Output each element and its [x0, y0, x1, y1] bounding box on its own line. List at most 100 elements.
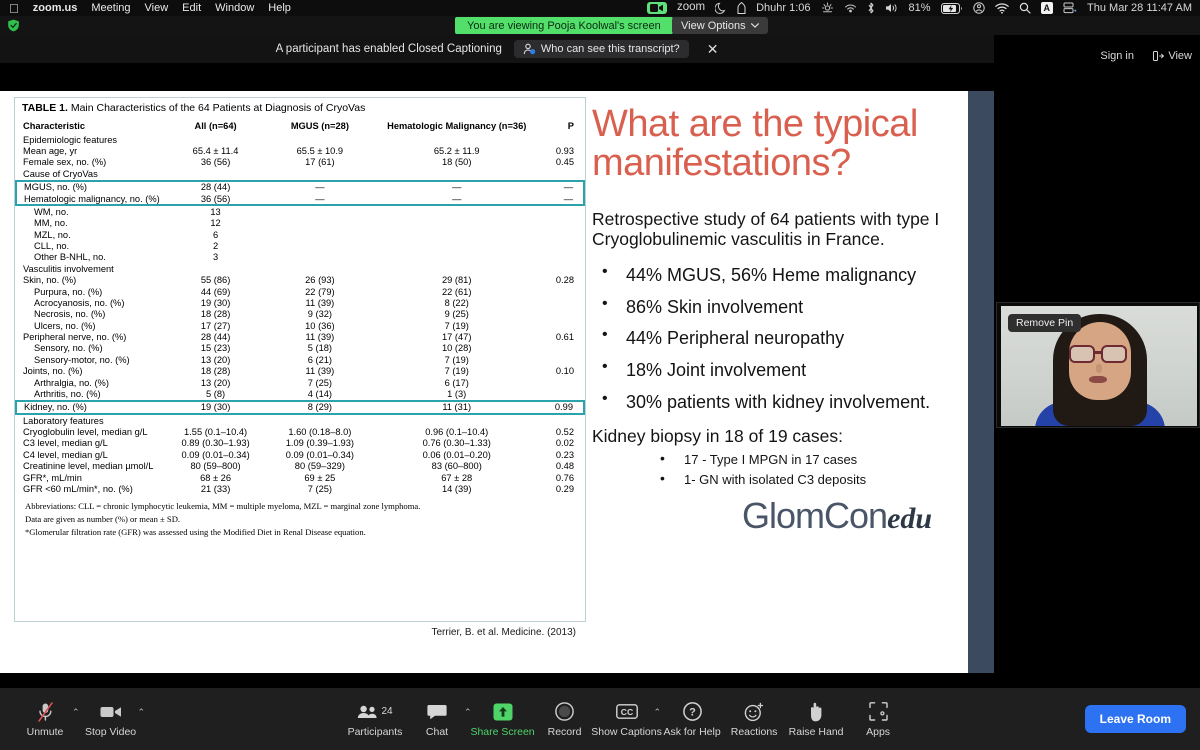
cell-p	[541, 377, 584, 388]
menu-window[interactable]: Window	[215, 2, 254, 14]
menu-bar-clock[interactable]: Thu Mar 28 11:47 AM	[1087, 2, 1192, 14]
weather-icon[interactable]	[821, 2, 834, 14]
cell-all	[164, 263, 268, 274]
chevron-up-icon[interactable]: ⌃	[72, 707, 80, 718]
cell-p	[541, 286, 584, 297]
view-layout-button[interactable]: View	[1153, 50, 1192, 62]
toolbar-record-button[interactable]: Record	[534, 701, 596, 738]
battery-icon[interactable]	[940, 2, 963, 14]
cell-mgus: 6 (21)	[307, 354, 333, 365]
cell-hematologic: —	[372, 192, 542, 207]
toolbar-stop-video-button[interactable]: Stop Video	[80, 701, 142, 738]
who-can-see-transcript-label: Who can see this transcript?	[540, 43, 680, 55]
cell-mgus: 22 (79)	[305, 286, 335, 297]
cell-p: 0.10	[555, 366, 574, 377]
crescent-icon[interactable]	[715, 2, 727, 14]
cell-all: 21 (33)	[200, 483, 231, 494]
apple-icon[interactable]: 	[9, 2, 19, 15]
cell-all: 3	[212, 252, 219, 263]
chevron-up-icon[interactable]: ⌃	[654, 707, 662, 718]
cell-p	[541, 240, 584, 251]
menu-help[interactable]: Help	[268, 2, 291, 14]
cell-p	[541, 168, 584, 180]
kidney-biopsy-sub-item: 1- GN with isolated C3 deposits	[654, 468, 962, 490]
cell-all: 28 (44)	[200, 332, 231, 343]
svg-text:CC: CC	[620, 707, 632, 717]
slide-bullet-list: 44% MGUS, 56% Heme malignancy 86% Skin in…	[592, 263, 962, 412]
toolbar-apps-button[interactable]: Apps	[847, 701, 909, 738]
menu-edit[interactable]: Edit	[182, 2, 201, 14]
spotlight-search-icon[interactable]	[1019, 2, 1031, 14]
cell-p	[541, 205, 584, 217]
video-camera-icon	[100, 701, 122, 723]
bluetooth-icon[interactable]	[867, 2, 875, 14]
menu-view[interactable]: View	[145, 2, 169, 14]
volume-icon[interactable]	[885, 2, 899, 14]
cell-all: 0.09 (0.01–0.34)	[181, 449, 250, 460]
toolbar-item-label: Share Screen	[470, 725, 535, 738]
toolbar-share-screen-button[interactable]: Share Screen	[470, 701, 535, 738]
view-layout-icon	[1153, 51, 1165, 61]
cell-all: 44 (69)	[200, 286, 231, 297]
slide-title: What are the typical manifestations?	[592, 103, 918, 184]
cell-all: 0.89 (0.30–1.93)	[181, 438, 250, 449]
table-row: Kidney, no. (%) 19 (30) 8 (29) 11 (31) 0.99	[15, 399, 585, 416]
table-row: MM, no. 12	[16, 218, 584, 229]
table-row: Hematologic malignancy, no. (%) 36 (56) — —…	[15, 192, 585, 207]
toolbar-raise-hand-button[interactable]: Raise Hand	[785, 701, 847, 738]
keyboard-input-icon[interactable]: A	[1040, 2, 1054, 14]
table-row: Joints, no. (%) 18 (28) 11 (39) 7 (19) 0.10	[16, 366, 584, 377]
toolbar-item-wrapper: Chat ⌃	[406, 701, 472, 738]
menu-meeting[interactable]: Meeting	[91, 2, 130, 14]
toolbar-unmute-button[interactable]: Unmute	[14, 701, 76, 738]
screen-share-icon[interactable]	[1063, 2, 1077, 14]
toolbar-item-label: Chat	[425, 725, 449, 738]
cell-mgus: 69 ± 25	[304, 472, 336, 483]
toolbar-item-wrapper: Share Screen	[470, 701, 535, 738]
table-row: Cryoglobulin level, median g/L 1.55 (0.1–…	[16, 426, 584, 437]
chevron-up-icon[interactable]: ⌃	[138, 707, 146, 718]
macos-menu-left:  zoom.us Meeting View Edit Window Help	[0, 2, 291, 15]
toolbar-reactions-button[interactable]: Reactions	[723, 701, 785, 738]
view-layout-label: View	[1168, 50, 1192, 62]
toolbar-item-label: Apps	[866, 725, 891, 738]
toolbar-show-captions-button[interactable]: CC Show Captions	[591, 701, 662, 738]
cell-p	[541, 354, 584, 365]
sign-in-button[interactable]: Sign in	[1100, 50, 1134, 62]
cell-characteristic: Epidemiologic features	[23, 134, 118, 145]
record-circle-icon	[555, 701, 574, 723]
cell-characteristic: Cause of CryoVas	[23, 168, 98, 179]
cell-hematologic: 83 (60–800)	[431, 461, 482, 472]
toolbar-ask-for-help-button[interactable]: ? Ask for Help	[661, 701, 723, 738]
cell-hematologic: 7 (19)	[444, 320, 469, 331]
presentation-slide: TABLE 1. Main Characteristics of the 64 …	[0, 91, 994, 673]
toolbar-item-wrapper: ? Ask for Help	[661, 701, 723, 738]
cell-p	[541, 309, 584, 320]
zoom-wordmark[interactable]: zoom	[677, 2, 705, 14]
view-options-button[interactable]: View Options	[672, 17, 768, 34]
toolbar-chat-button[interactable]: Chat	[406, 701, 468, 738]
remove-pin-button[interactable]: Remove Pin	[1008, 314, 1082, 332]
pinned-video-thumbnail[interactable]: Remove Pin	[996, 302, 1200, 428]
mosque-icon[interactable]	[737, 2, 746, 14]
cell-hematologic: 0.96 (0.1–10.4)	[425, 427, 489, 438]
zoom-video-icon[interactable]	[646, 2, 667, 14]
table-footnote: Data are given as number (%) or mean ± S…	[25, 513, 181, 524]
leave-room-button[interactable]: Leave Room	[1084, 705, 1186, 733]
security-shield-icon[interactable]	[7, 19, 20, 32]
chevron-up-icon[interactable]: ⌃	[464, 707, 472, 718]
airplay-icon[interactable]	[844, 2, 857, 14]
close-icon[interactable]: ✕	[707, 42, 719, 56]
menu-zoom-us[interactable]: zoom.us	[33, 2, 78, 14]
prayer-time-label[interactable]: Dhuhr 1:06	[756, 2, 810, 14]
who-can-see-transcript-button[interactable]: Who can see this transcript?	[513, 40, 689, 58]
toolbar-participants-button[interactable]: 24 Participants	[344, 701, 406, 738]
table-row: Skin, no. (%) 55 (86) 26 (93) 29 (81) 0.28	[16, 275, 584, 286]
cell-mgus: 1.09 (0.39–1.93)	[285, 438, 354, 449]
wifi-icon[interactable]	[994, 2, 1009, 14]
shared-screen-area[interactable]: TABLE 1. Main Characteristics of the 64 …	[0, 63, 994, 687]
table-row: MGUS, no. (%) 28 (44) — — —	[15, 179, 585, 193]
smiley-reaction-icon	[744, 701, 764, 723]
cell-mgus: 10 (36)	[305, 320, 335, 331]
control-center-icon[interactable]	[972, 2, 985, 14]
